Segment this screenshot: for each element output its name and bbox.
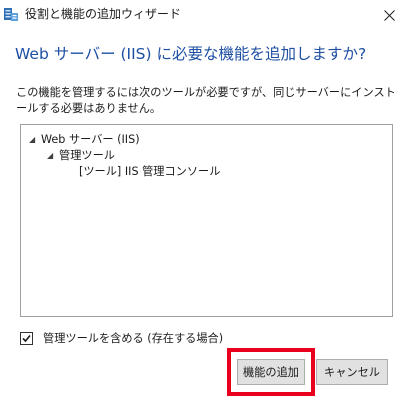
server-manager-icon <box>3 7 19 22</box>
tree-item-label: Web サーバー (IIS) <box>41 133 140 146</box>
tree-item-label: [ツール] IIS 管理コンソール <box>79 165 221 178</box>
tree-item-management-tools[interactable]: ◢ 管理ツール <box>47 149 115 163</box>
expanded-triangle-icon[interactable]: ◢ <box>47 149 59 163</box>
dialog-heading: Web サーバー (IIS) に必要な機能を追加しますか? <box>15 45 367 63</box>
add-roles-features-wizard-dialog: 役割と機能の追加ウィザード Web サーバー (IIS) に必要な機能を追加しま… <box>0 0 412 414</box>
title-bar: 役割と機能の追加ウィザード <box>0 0 412 30</box>
dialog-description: この機能を管理するには次のツールが必要ですが、同じサーバーにインストールする必要… <box>16 86 396 115</box>
close-button[interactable] <box>366 0 412 30</box>
add-features-button[interactable]: 機能の追加 <box>237 359 305 385</box>
tree-item-label: 管理ツール <box>59 149 115 162</box>
tree-item-web-server[interactable]: ◢ Web サーバー (IIS) <box>29 133 140 147</box>
window-title: 役割と機能の追加ウィザード <box>25 7 182 21</box>
include-tools-label: 管理ツールを含める (存在する場合) <box>43 332 224 345</box>
tree-item-iis-management-console[interactable]: [ツール] IIS 管理コンソール <box>79 165 220 179</box>
close-icon <box>383 9 395 21</box>
include-tools-checkbox[interactable] <box>20 331 33 345</box>
cancel-button[interactable]: キャンセル <box>316 359 388 385</box>
include-tools-option[interactable]: 管理ツールを含める (存在する場合) <box>20 330 223 346</box>
expanded-triangle-icon[interactable]: ◢ <box>29 133 41 147</box>
required-features-tree[interactable]: ◢ Web サーバー (IIS) ◢ 管理ツール [ツール] IIS 管理コンソ… <box>20 124 393 317</box>
checkmark-icon <box>22 334 31 342</box>
